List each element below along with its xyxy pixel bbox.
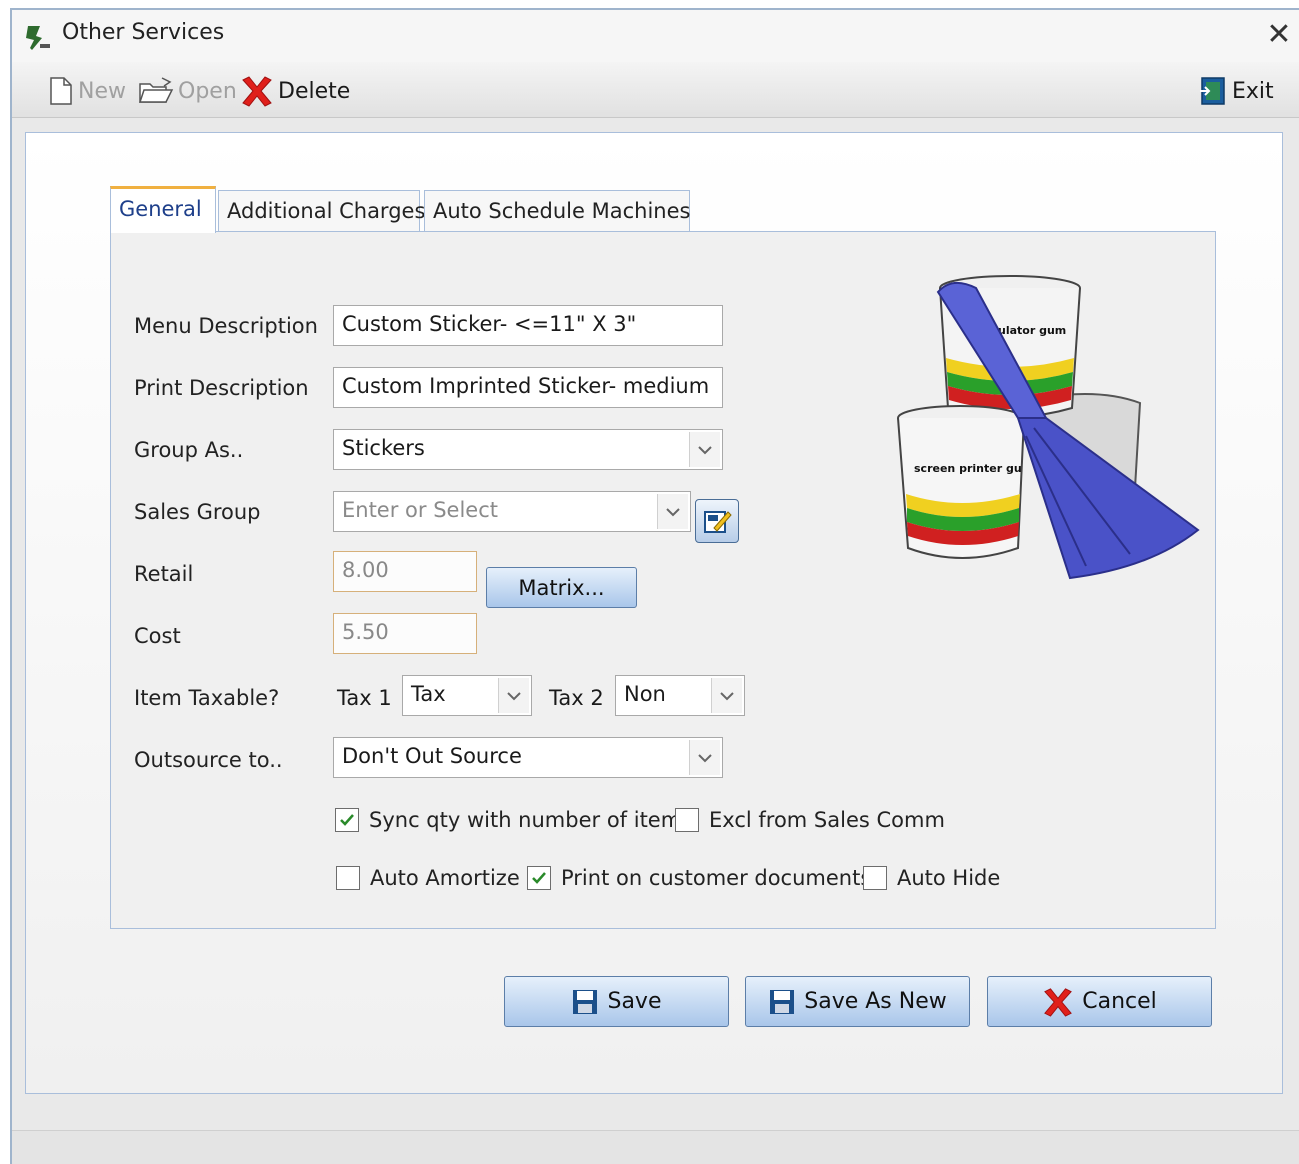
excl-sales-comm-checkbox-row[interactable]: Excl from Sales Comm (675, 808, 945, 832)
tax2-select[interactable]: Non (615, 675, 745, 716)
app-icon (22, 22, 52, 52)
group-as-value: Stickers (342, 436, 425, 460)
matrix-button[interactable]: Matrix... (486, 567, 637, 608)
excl-sales-comm-label: Excl from Sales Comm (709, 808, 945, 832)
outsource-select[interactable]: Don't Out Source (333, 737, 723, 778)
open-button[interactable]: Open (138, 74, 237, 108)
tab-additional-charges[interactable]: Additional Charges (218, 190, 425, 232)
checkmark-icon (340, 814, 354, 826)
delete-x-icon (242, 76, 272, 107)
tax1-value: Tax (411, 682, 446, 706)
outsource-value: Don't Out Source (342, 744, 522, 768)
retail-input[interactable]: 8.00 (333, 551, 477, 592)
group-as-label: Group As.. (134, 438, 244, 462)
print-description-label: Print Description (134, 376, 309, 400)
delete-button[interactable]: Delete (240, 74, 350, 108)
tab-general[interactable]: General (110, 186, 216, 233)
cost-input[interactable]: 5.50 (333, 613, 477, 654)
cancel-label: Cancel (1082, 989, 1157, 1014)
sync-qty-checkbox[interactable] (335, 808, 359, 832)
sync-qty-checkbox-row[interactable]: Sync qty with number of items (335, 808, 692, 832)
checkmark-icon (532, 872, 546, 884)
chevron-down-icon[interactable] (689, 740, 720, 775)
chevron-down-icon[interactable] (711, 678, 742, 713)
sales-group-placeholder: Enter or Select (342, 498, 498, 522)
retail-label: Retail (134, 562, 194, 586)
print-on-docs-checkbox[interactable] (527, 866, 551, 890)
excl-sales-comm-checkbox[interactable] (675, 808, 699, 832)
tab-auto-schedule-machines[interactable]: Auto Schedule Machines (424, 190, 690, 232)
auto-amortize-checkbox[interactable] (336, 866, 360, 890)
window-title: Other Services (62, 20, 225, 45)
delete-label: Delete (278, 78, 351, 104)
exit-label: Exit (1232, 78, 1274, 104)
auto-hide-checkbox-row[interactable]: Auto Hide (863, 866, 1000, 890)
tax1-select[interactable]: Tax (402, 675, 532, 716)
sales-group-edit-button[interactable] (695, 499, 739, 543)
sync-qty-label: Sync qty with number of items (369, 808, 693, 832)
save-button[interactable]: Save (504, 976, 729, 1027)
cost-label: Cost (134, 624, 181, 648)
floppy-save-icon (573, 989, 598, 1014)
sales-group-select[interactable]: Enter or Select (333, 491, 691, 532)
new-button[interactable]: New (48, 74, 126, 108)
bucket-top-text: ulator gum (998, 324, 1066, 337)
close-icon[interactable]: ✕ (1262, 18, 1296, 52)
status-bar (12, 1130, 1299, 1164)
menu-description-input[interactable]: Custom Sticker- <=11" X 3" (333, 305, 723, 346)
chevron-down-icon[interactable] (689, 432, 720, 467)
tax2-label: Tax 2 (549, 686, 604, 710)
save-as-new-label: Save As New (804, 989, 947, 1014)
open-label: Open (178, 78, 237, 104)
save-label: Save (607, 989, 662, 1014)
outsource-label: Outsource to.. (134, 748, 283, 772)
auto-hide-checkbox[interactable] (863, 866, 887, 890)
print-on-docs-label: Print on customer documents (561, 866, 872, 890)
auto-amortize-label: Auto Amortize (370, 866, 520, 890)
open-folder-icon (138, 77, 174, 103)
save-as-new-button[interactable]: Save As New (745, 976, 970, 1027)
print-description-input[interactable]: Custom Imprinted Sticker- medium (333, 367, 723, 408)
cancel-x-icon (1044, 987, 1073, 1017)
print-on-docs-checkbox-row[interactable]: Print on customer documents (527, 866, 871, 890)
auto-hide-label: Auto Hide (897, 866, 1001, 890)
edit-icon (704, 511, 732, 533)
auto-amortize-checkbox-row[interactable]: Auto Amortize (336, 866, 520, 890)
cancel-button[interactable]: Cancel (987, 976, 1212, 1027)
new-doc-icon (50, 77, 72, 105)
new-label: New (78, 78, 126, 104)
chevron-down-icon[interactable] (657, 494, 688, 529)
tax2-value: Non (624, 682, 666, 706)
group-as-select[interactable]: Stickers (333, 429, 723, 470)
exit-button[interactable]: Exit (1198, 74, 1274, 108)
bucket-bottom-text: screen printer gu (914, 462, 1022, 475)
item-taxable-label: Item Taxable? (134, 686, 280, 710)
exit-door-icon (1200, 77, 1225, 105)
chevron-down-icon[interactable] (498, 678, 529, 713)
floppy-save-icon (770, 989, 795, 1014)
tax1-label: Tax 1 (337, 686, 392, 710)
paint-buckets-illustration: ulator gum screen printer gu (890, 268, 1210, 588)
sales-group-label: Sales Group (134, 500, 261, 524)
menu-description-label: Menu Description (134, 314, 318, 338)
